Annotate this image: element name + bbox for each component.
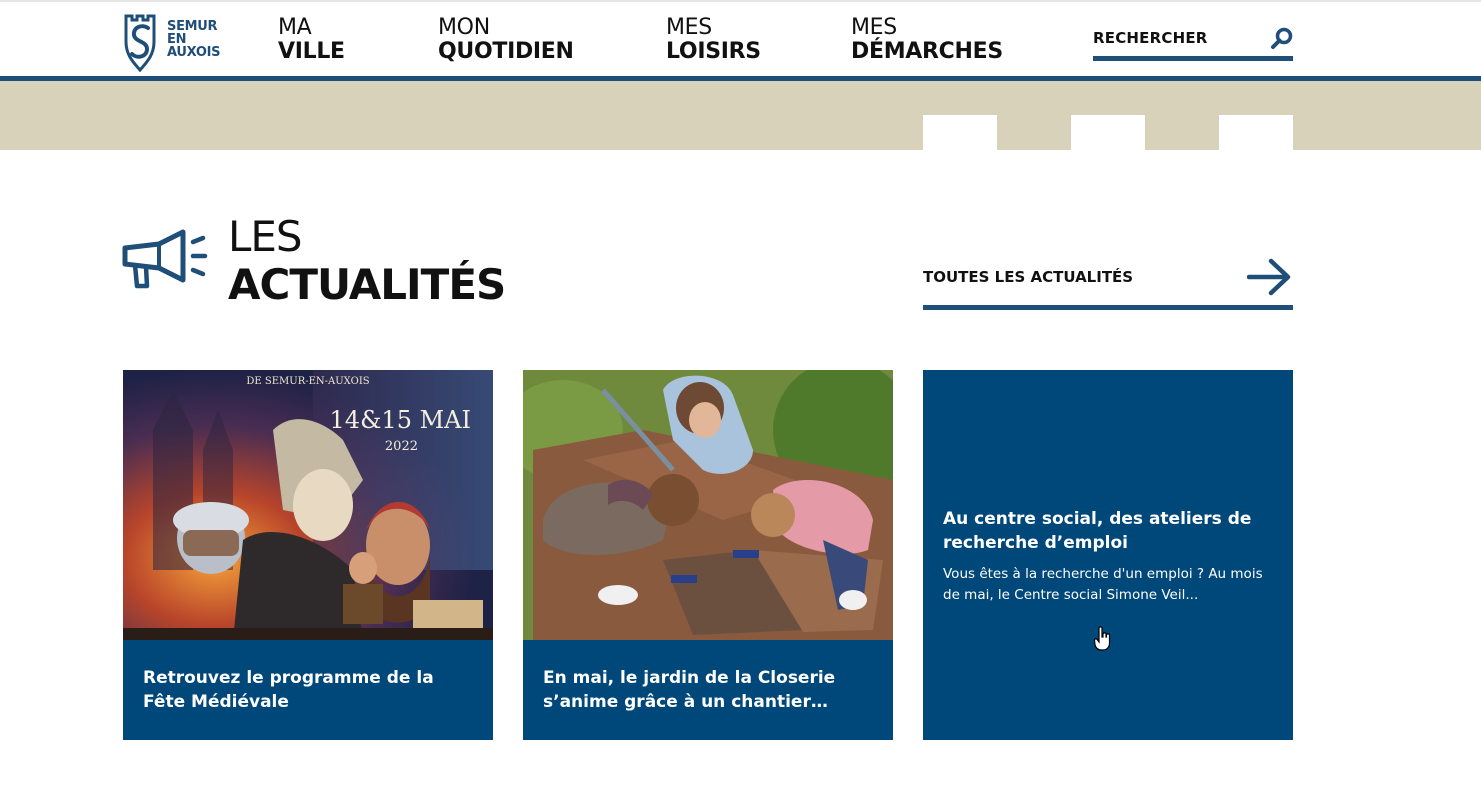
nav-item-bottom: LOISIRS	[666, 39, 761, 64]
site-header: SEMUR EN AUXOIS MA VILLE MON QUOTIDIEN M…	[0, 2, 1481, 76]
megaphone-icon	[122, 229, 208, 289]
poster-header-text: DE SEMUR-EN-AUXOIS	[246, 376, 369, 387]
news-title-line-1: LES	[228, 212, 303, 261]
garden-children-photo	[523, 370, 893, 640]
logo-line-3: AUXOIS	[167, 45, 221, 60]
poster-year-text: 2022	[385, 439, 418, 454]
search-field[interactable]: RECHERCHER	[1093, 24, 1293, 61]
nav-item-top: MA	[278, 15, 312, 40]
news-card-centre-social[interactable]: Au centre social, des ateliers de recher…	[923, 370, 1293, 740]
nav-item-top: MES	[666, 15, 712, 40]
poster-date-text: 14&15 MAI	[330, 406, 471, 434]
nav-item-top: MES	[851, 15, 897, 40]
all-news-underline	[923, 305, 1293, 310]
medieval-festival-poster-image: DE SEMUR-EN-AUXOIS 14&15 MAI 2022	[123, 370, 493, 640]
nav-item-bottom: DÉMARCHES	[851, 39, 1003, 64]
band-crenel	[1219, 115, 1293, 150]
nav-mes-demarches[interactable]: MES DÉMARCHES	[851, 16, 1003, 64]
news-section-title: LES ACTUALITÉS	[228, 212, 506, 310]
castle-shield-icon	[124, 14, 156, 72]
news-card-jardin-closerie[interactable]: En mai, le jardin de la Closerie s’anime…	[523, 370, 893, 740]
nav-mon-quotidien[interactable]: MON QUOTIDIEN	[438, 16, 574, 64]
news-card-title: Retrouvez le programme de la Fête Médiév…	[143, 668, 434, 712]
nav-mes-loisirs[interactable]: MES LOISIRS	[666, 16, 761, 64]
all-news-link[interactable]: TOUTES LES ACTUALITÉS	[923, 256, 1293, 310]
site-logo[interactable]: SEMUR EN AUXOIS	[123, 14, 233, 72]
decorative-band	[0, 81, 1481, 150]
nav-item-top: MON	[438, 15, 490, 40]
arrow-right-icon	[1247, 258, 1291, 296]
search-icon[interactable]	[1271, 27, 1293, 49]
news-card-fete-medievale[interactable]: DE SEMUR-EN-AUXOIS 14&15 MAI 2022 Retrou…	[123, 370, 493, 740]
logo-wordmark: SEMUR EN AUXOIS	[167, 20, 221, 60]
search-label: RECHERCHER	[1093, 29, 1208, 47]
search-underline	[1093, 56, 1293, 61]
news-card-title: Au centre social, des ateliers de recher…	[943, 509, 1252, 553]
nav-item-bottom: VILLE	[278, 39, 345, 64]
news-card-title: En mai, le jardin de la Closerie s’anime…	[543, 668, 836, 712]
hand-cursor-icon	[1094, 626, 1111, 651]
news-title-line-2: ACTUALITÉS	[228, 260, 506, 309]
all-news-label: TOUTES LES ACTUALITÉS	[923, 268, 1134, 286]
band-crenel	[923, 115, 997, 150]
news-card-excerpt: Vous êtes à la recherche d'un emploi ? A…	[943, 566, 1263, 603]
nav-item-bottom: QUOTIDIEN	[438, 39, 574, 64]
band-crenel	[1071, 115, 1145, 150]
nav-ma-ville[interactable]: MA VILLE	[278, 16, 345, 64]
